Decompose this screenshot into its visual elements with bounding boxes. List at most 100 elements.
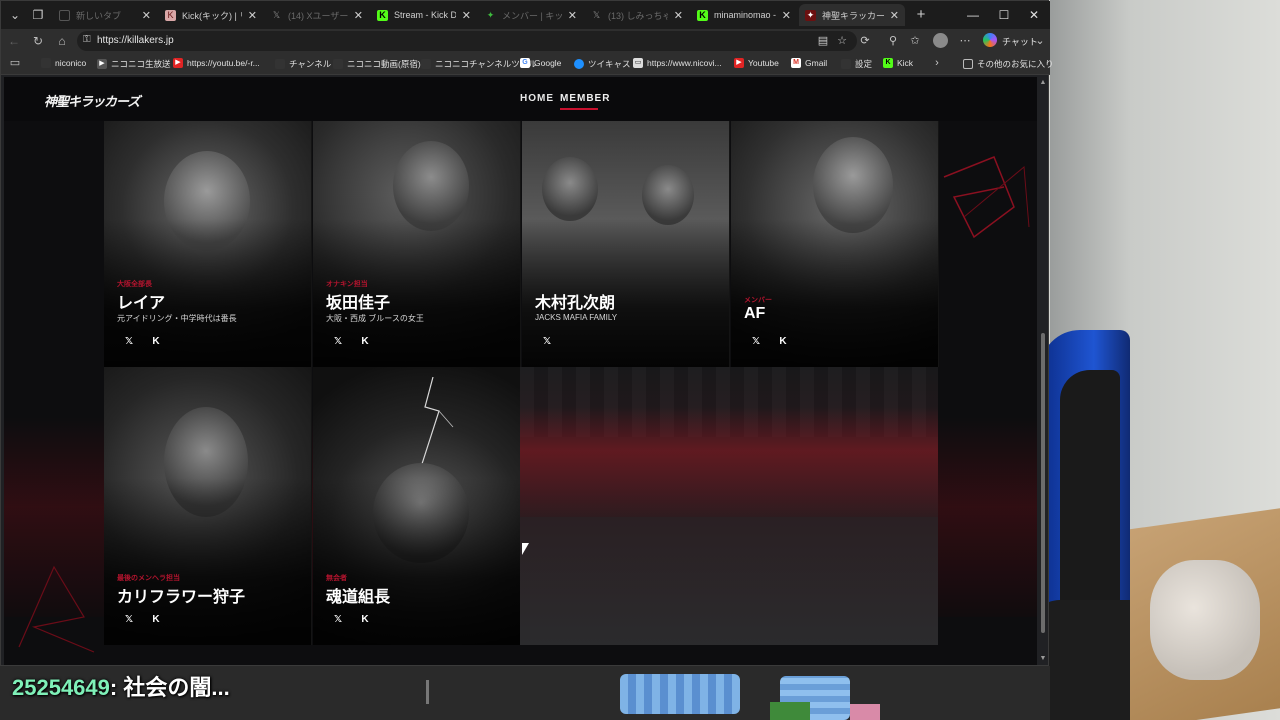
lightning-icon	[420, 377, 454, 467]
chevron-right-icon[interactable]: ›	[929, 55, 945, 71]
bookmark-niconico[interactable]: niconico	[41, 58, 86, 68]
kick-image-icon: K	[165, 9, 176, 21]
bookmark-settings[interactable]: 設定	[841, 58, 872, 70]
reader-view-icon[interactable]: ▤	[815, 33, 831, 49]
site-logo[interactable]: 神聖キラッカーズ	[44, 91, 140, 110]
nav-active-underline	[560, 108, 598, 110]
tab-bar: ⌄ ❐ 新しいタブ ✕ K Kick(キック) | リアルタ ✕ 𝕏 (14) …	[1, 1, 1050, 29]
scroll-down-arrow-icon[interactable]: ▼	[1038, 655, 1048, 662]
maximize-icon[interactable]: ☐	[992, 6, 1016, 24]
niconico-tool-icon	[421, 59, 431, 69]
youtube-icon: ▶	[734, 58, 744, 68]
x-social-icon[interactable]: 𝕏	[121, 334, 137, 350]
minimize-icon[interactable]: —	[961, 6, 985, 24]
kick-icon: K	[377, 9, 388, 21]
kick-icon: K	[697, 9, 708, 21]
tab-minaminomao[interactable]: K minaminomao - Wa ✕	[691, 4, 797, 26]
x-social-icon[interactable]: 𝕏	[539, 334, 555, 350]
member-card[interactable]: 最後のメンヘラ担当 カリフラワー狩子 𝕏 K	[104, 367, 312, 645]
chevron-down-icon[interactable]: ⌄	[1032, 33, 1048, 49]
x-social-icon[interactable]: 𝕏	[330, 612, 346, 628]
other-favorites-folder[interactable]: その他のお気に入り	[963, 58, 1054, 70]
window-close-icon[interactable]: ✕	[1022, 6, 1046, 24]
close-icon[interactable]: ✕	[674, 9, 683, 22]
home-icon[interactable]: ⌂	[53, 32, 71, 50]
member-card[interactable]: 無会者 魂道組長 𝕏 K	[313, 367, 521, 645]
x-social-icon[interactable]: 𝕏	[330, 334, 346, 350]
workspaces-icon[interactable]: ❐	[28, 6, 48, 24]
bookmark-nicovideo-harajuku[interactable]: ニコニコ動画(原宿)	[333, 58, 421, 70]
bookmark-nicolive[interactable]: ▶ ニコニコ生放送	[97, 58, 171, 70]
tab-x-user[interactable]: 𝕏 (14) Xユーザーの番茶 ✕	[265, 4, 369, 26]
bookmark-nicovideo-link[interactable]: ▭ https://www.nicovi...	[633, 58, 722, 68]
back-arrow-icon[interactable]: ←	[5, 32, 23, 50]
member-role: 大阪全部長	[117, 281, 152, 288]
member-name: カリフラワー狩子	[117, 589, 246, 606]
niconico-icon	[41, 58, 51, 68]
pixel-art-decoration	[620, 666, 890, 720]
youtube-icon: ▶	[173, 58, 183, 68]
x-social-icon[interactable]: 𝕏	[121, 612, 137, 628]
tab-killakers-member[interactable]: ✦ メンバー | キッカーズの ✕	[479, 4, 583, 26]
x-social-icon[interactable]: 𝕏	[748, 334, 764, 350]
bookmark-youtube-link[interactable]: ▶ https://youtu.be/-r...	[173, 58, 260, 68]
member-card[interactable]: オナキン担当 坂田佳子 大阪・西成 ブルースの女王 𝕏 K	[313, 121, 521, 367]
kick-social-icon[interactable]: K	[357, 334, 373, 350]
page-viewport: 神聖キラッカーズ HOME MEMBER 大阪全部長 レイア 元アイドリング・中…	[4, 77, 1037, 665]
close-icon[interactable]: ✕	[890, 9, 899, 22]
close-icon[interactable]: ✕	[142, 9, 151, 22]
tab-killakers-active[interactable]: ✦ 神聖キラッカーズ | kil ✕	[799, 4, 905, 26]
member-name: 魂道組長	[326, 589, 391, 606]
bookmark-channel[interactable]: チャンネル	[275, 58, 331, 70]
url-field[interactable]: ⚿ https://killakers.jp	[77, 31, 857, 51]
tab-kick-dashboard[interactable]: K Stream - Kick Dash ✕	[371, 4, 477, 26]
address-bar-row: ← ↻ ⌂ ⚿ https://killakers.jp ▤ ☆ ⟳ ⚲ ✩ ⋯…	[1, 29, 1050, 53]
member-description: 大阪・西成 ブルースの女王	[326, 314, 424, 323]
member-grid: 大阪全部長 レイア 元アイドリング・中学時代は番長 𝕏 K オナキン担当 坂田佳…	[104, 121, 939, 645]
favorites-list-icon[interactable]: ✩	[907, 33, 923, 49]
profile-avatar[interactable]	[933, 33, 948, 48]
empty-grid-panel	[520, 367, 938, 645]
bookmark-youtube[interactable]: ▶ Youtube	[734, 58, 779, 68]
close-icon[interactable]: ✕	[782, 9, 791, 22]
member-name: 木村孔次朗	[535, 295, 616, 312]
refresh-icon[interactable]: ↻	[29, 32, 47, 50]
nav-member-link[interactable]: MEMBER	[560, 93, 610, 104]
scrollbar-thumb[interactable]	[1041, 333, 1045, 633]
more-menu-icon[interactable]: ⋯	[957, 33, 973, 49]
close-icon[interactable]: ✕	[568, 9, 577, 22]
page-scrollbar[interactable]: ▲ ▼	[1038, 77, 1048, 665]
kick-social-icon[interactable]: K	[775, 334, 791, 350]
copilot-icon[interactable]	[983, 33, 997, 47]
new-tab-plus-icon[interactable]: +	[911, 6, 931, 24]
bookmark-menu-icon[interactable]: ▭	[7, 55, 23, 71]
kick-social-icon[interactable]: K	[148, 612, 164, 628]
tab-new-tab[interactable]: 新しいタブ ✕	[53, 4, 157, 26]
site-info-icon[interactable]: ⚿	[83, 34, 91, 45]
nicovideo-icon	[333, 59, 343, 69]
member-card[interactable]: 大阪全部長 レイア 元アイドリング・中学時代は番長 𝕏 K	[104, 121, 312, 367]
close-icon[interactable]: ✕	[462, 9, 471, 22]
bookmark-gmail[interactable]: M Gmail	[791, 58, 827, 68]
bookmarks-bar: ▭ niconico ▶ ニコニコ生放送 ▶ https://youtu.be/-r…	[1, 53, 1054, 75]
kick-social-icon[interactable]: K	[357, 612, 373, 628]
kick-social-icon[interactable]: K	[148, 334, 164, 350]
favorite-star-icon[interactable]: ☆	[834, 33, 850, 49]
x-icon: 𝕏	[272, 9, 281, 20]
extension-icon[interactable]: ⚲	[885, 33, 901, 49]
bookmark-twitcasting[interactable]: ツイキャス	[574, 58, 631, 70]
tab-x-shimitchan[interactable]: 𝕏 (13) しみっちゃん - 特 ✕	[585, 4, 689, 26]
close-icon[interactable]: ✕	[248, 9, 257, 22]
bookmark-kick[interactable]: K Kick	[883, 58, 913, 68]
member-description: 元アイドリング・中学時代は番長	[117, 314, 237, 323]
member-card[interactable]: メンバー AF 𝕏 K	[731, 121, 939, 367]
refresh-extension-icon[interactable]: ⟳	[857, 33, 873, 49]
bookmark-google[interactable]: G Google	[520, 58, 561, 68]
nav-home-link[interactable]: HOME	[520, 93, 554, 104]
comment-text: 社会の闇...	[123, 675, 230, 700]
close-icon[interactable]: ✕	[354, 9, 363, 22]
member-card[interactable]: 木村孔次朗 JACKS MAFIA FAMILY 𝕏	[522, 121, 730, 367]
scroll-up-arrow-icon[interactable]: ▲	[1038, 79, 1048, 86]
tab-kick-info[interactable]: K Kick(キック) | リアルタ ✕	[159, 4, 263, 26]
tab-actions-menu-icon[interactable]: ⌄	[5, 6, 25, 24]
